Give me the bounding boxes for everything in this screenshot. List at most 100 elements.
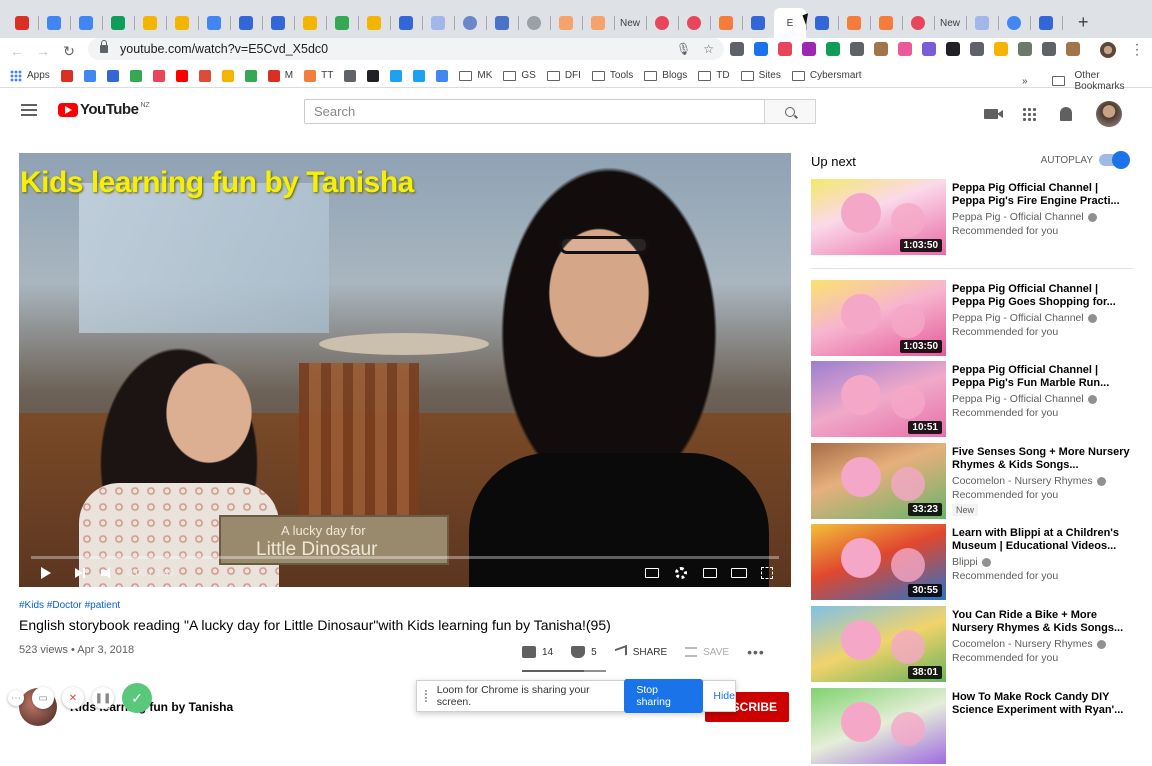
bookmark-item[interactable] (344, 69, 357, 82)
browser-tab[interactable] (870, 8, 903, 38)
bookmark-item[interactable] (367, 69, 380, 82)
video-thumbnail[interactable]: 10:51 (811, 361, 946, 437)
browser-tab[interactable] (134, 8, 167, 38)
miniplayer-button[interactable] (703, 563, 717, 583)
bookmark-item[interactable] (106, 69, 119, 82)
chrome-menu-icon[interactable]: ⋮ (1130, 41, 1144, 58)
recommendation-item[interactable]: 30:55 Learn with Blippi at a Children's M… (811, 524, 1141, 602)
recommendation-title[interactable]: Peppa Pig Official Channel | Peppa Pig G… (952, 283, 1132, 309)
browser-tab[interactable]: New (614, 8, 647, 38)
bookmark-item[interactable] (198, 69, 211, 82)
mute-button[interactable] (101, 563, 110, 583)
video-thumbnail[interactable]: 1:03:50 (811, 179, 946, 255)
recommendation-title[interactable]: How To Make Rock Candy DIY Science Exper… (952, 691, 1132, 717)
browser-tab[interactable] (166, 8, 199, 38)
recommendation-title[interactable]: Peppa Pig Official Channel | Peppa Pig's… (952, 182, 1132, 208)
browser-tab[interactable] (582, 8, 615, 38)
search-button[interactable] (764, 99, 816, 124)
stop-sharing-button[interactable]: Stop sharing (624, 679, 704, 713)
bookmark-item[interactable]: Blogs (644, 70, 687, 81)
extension-icon[interactable] (850, 42, 864, 56)
browser-tab[interactable] (710, 8, 743, 38)
extension-icon[interactable] (1066, 42, 1080, 56)
video-thumbnail[interactable]: 38:01 (811, 606, 946, 682)
browser-tab[interactable] (838, 8, 871, 38)
recommendation-item[interactable]: 38:01 You Can Ride a Bike + More Nursery … (811, 606, 1141, 684)
video-thumbnail[interactable]: 30:55 (811, 524, 946, 600)
browser-tab[interactable] (1030, 8, 1063, 38)
more-actions-icon[interactable]: ••• (747, 644, 765, 660)
reload-button[interactable]: ↻ (56, 43, 82, 60)
next-button[interactable] (75, 563, 85, 583)
recommendation-item[interactable]: How To Make Rock Candy DIY Science Exper… (811, 688, 1141, 766)
loom-finish-icon[interactable]: ✓ (122, 683, 152, 713)
video-thumbnail[interactable]: 33:23 (811, 443, 946, 519)
bookmark-item[interactable]: MK (459, 70, 492, 81)
extension-icon[interactable] (970, 42, 984, 56)
browser-tab[interactable] (38, 8, 71, 38)
youtube-logo[interactable]: YouTube NZ (58, 101, 150, 118)
browser-tab[interactable] (422, 8, 455, 38)
theater-button[interactable] (731, 563, 747, 583)
browser-tab[interactable] (326, 8, 359, 38)
bookmark-item[interactable] (436, 69, 449, 82)
video-progress-bar[interactable] (31, 556, 779, 559)
notifications-bell-icon[interactable] (1060, 107, 1072, 121)
extension-icon[interactable] (994, 42, 1008, 56)
video-thumbnail[interactable]: 1:03:50 (811, 280, 946, 356)
dislike-button[interactable]: 5 (571, 646, 597, 658)
search-input[interactable]: Search (304, 99, 765, 124)
bookmark-item[interactable] (175, 69, 188, 82)
share-button[interactable]: SHARE (614, 644, 667, 660)
drag-handle-icon[interactable] (425, 690, 431, 702)
save-button[interactable]: SAVE (685, 647, 729, 658)
browser-tab[interactable] (998, 8, 1031, 38)
bookmark-item[interactable] (413, 69, 426, 82)
loom-cancel-icon[interactable]: ✕ (62, 687, 84, 709)
extension-icon[interactable] (802, 42, 816, 56)
new-tab-button[interactable]: + (1078, 12, 1089, 33)
browser-tab[interactable] (294, 8, 327, 38)
extension-icon[interactable] (922, 42, 936, 56)
bookmark-item[interactable] (60, 69, 73, 82)
browser-tab[interactable]: E (774, 8, 807, 38)
extension-icon[interactable] (1018, 42, 1032, 56)
extension-icon[interactable] (1042, 42, 1056, 56)
bookmark-item[interactable]: Cybersmart (791, 70, 862, 81)
forward-button[interactable]: → (30, 43, 56, 59)
browser-tab[interactable] (966, 8, 999, 38)
video-player[interactable]: Kids learning fun by Tanisha A lucky day… (19, 153, 791, 587)
bookmark-item[interactable] (221, 69, 234, 82)
bookmark-item[interactable]: GS (503, 70, 536, 81)
extension-icon[interactable] (826, 42, 840, 56)
play-button[interactable] (41, 563, 51, 583)
apps-grid-icon[interactable] (1022, 107, 1036, 121)
browser-tab[interactable] (678, 8, 711, 38)
settings-button[interactable] (675, 563, 687, 583)
recommendation-title[interactable]: Learn with Blippi at a Children's Museum… (952, 527, 1132, 553)
browser-tab[interactable]: New (934, 8, 967, 38)
recommendation-item[interactable]: 1:03:50 Peppa Pig Official Channel | Pepp… (811, 179, 1141, 257)
extension-icon[interactable] (778, 42, 792, 56)
browser-tab[interactable] (902, 8, 935, 38)
browser-tab[interactable] (806, 8, 839, 38)
browser-tab[interactable] (646, 8, 679, 38)
captions-button[interactable] (645, 563, 659, 583)
bookmark-item[interactable] (129, 69, 142, 82)
extension-icon[interactable] (754, 42, 768, 56)
browser-tab[interactable] (454, 8, 487, 38)
extension-icon[interactable] (946, 42, 960, 56)
recommendation-title[interactable]: Peppa Pig Official Channel | Peppa Pig's… (952, 364, 1132, 390)
video-thumbnail[interactable] (811, 688, 946, 764)
loom-camera-icon[interactable]: ▭ (32, 687, 54, 709)
menu-icon[interactable] (21, 104, 37, 116)
browser-tab[interactable] (742, 8, 775, 38)
extension-icon[interactable] (898, 42, 912, 56)
browser-tab[interactable] (358, 8, 391, 38)
browser-tab[interactable] (390, 8, 423, 38)
bookmark-item[interactable]: TT (304, 69, 333, 82)
bookmark-item[interactable]: TD (698, 70, 730, 81)
recommendation-item[interactable]: 1:03:50 Peppa Pig Official Channel | Pepp… (811, 280, 1141, 358)
browser-tab[interactable] (70, 8, 103, 38)
browser-tab[interactable] (6, 8, 39, 38)
